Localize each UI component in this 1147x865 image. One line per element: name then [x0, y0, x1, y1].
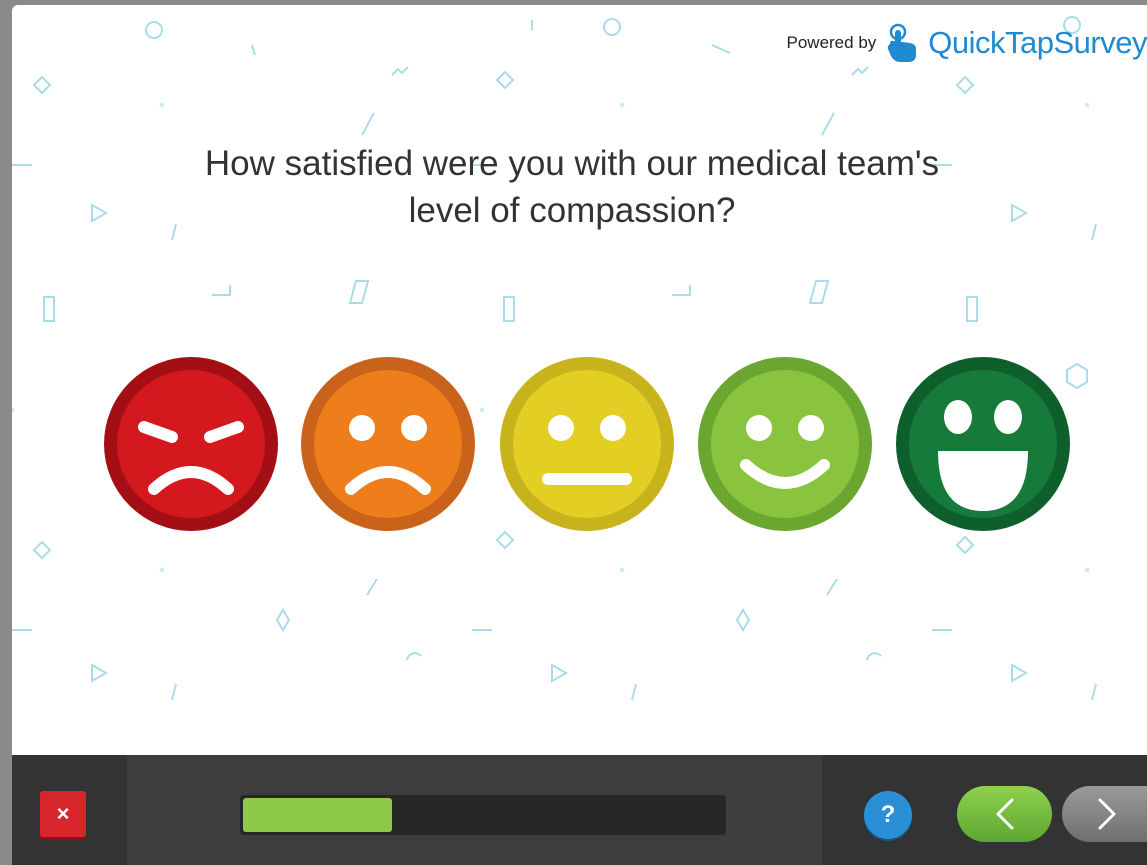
rating-scale: [12, 5, 1147, 765]
survey-screen: Powered by QuickTapSurvey How satisfied …: [12, 5, 1147, 865]
back-button[interactable]: [957, 786, 1052, 842]
chevron-right-icon: [1098, 798, 1116, 830]
progress-bar: [240, 795, 726, 835]
survey-navigation-bar: × ?: [12, 755, 1147, 865]
rating-option-dissatisfied[interactable]: [299, 355, 477, 533]
neutral-face-icon: [500, 357, 674, 531]
next-button[interactable]: [1062, 786, 1147, 842]
close-survey-button[interactable]: ×: [40, 791, 86, 837]
rating-option-very-dissatisfied[interactable]: [102, 355, 280, 533]
rating-option-very-satisfied[interactable]: [894, 355, 1072, 533]
frowning-face-icon: [301, 357, 475, 531]
help-icon: ?: [880, 801, 896, 828]
rating-option-neutral[interactable]: [498, 355, 676, 533]
chevron-left-icon: [996, 798, 1013, 830]
navigation-controls: ?: [822, 755, 1147, 865]
progress-bar-fill: [243, 798, 392, 832]
help-button[interactable]: ?: [864, 791, 912, 839]
close-icon: ×: [56, 801, 70, 826]
rating-option-satisfied[interactable]: [696, 355, 874, 533]
grinning-face-icon: [896, 357, 1070, 531]
close-zone: ×: [12, 755, 127, 865]
smiling-face-icon: [698, 357, 872, 531]
angry-face-icon: [104, 357, 278, 531]
